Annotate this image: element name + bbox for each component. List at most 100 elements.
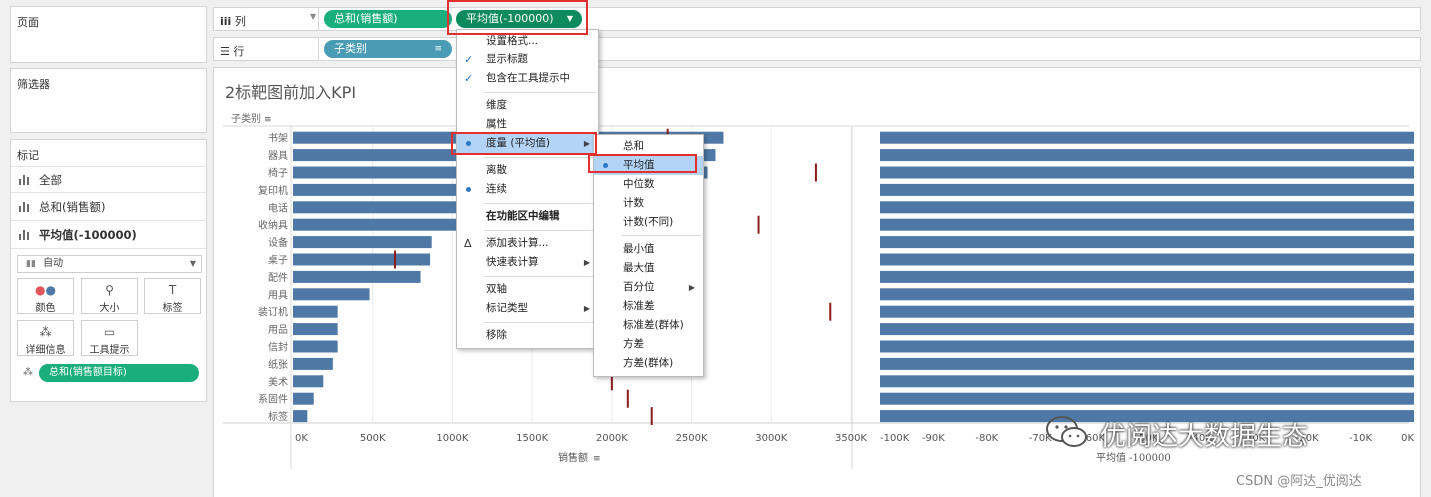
- mark-type-dropdown[interactable]: ▮▮ 自动 ▼: [17, 255, 202, 273]
- menu-item-label: 设置格式...: [486, 35, 539, 47]
- size-icon: ⚲: [105, 283, 114, 297]
- sales-bar: [293, 305, 338, 318]
- category-label: 电话: [268, 201, 288, 214]
- category-label: 美术: [268, 375, 288, 388]
- column-pill-avg[interactable]: 平均值(-100000) ▼: [456, 10, 582, 28]
- menu-item[interactable]: ✓ 显示标题: [457, 50, 598, 69]
- tile-label: 工具提示: [89, 345, 130, 356]
- menu-item-label: 总和: [623, 140, 644, 152]
- menu-item-label: 显示标题: [486, 53, 528, 65]
- menu-item[interactable]: 度量 (平均值) ▶: [457, 134, 598, 153]
- columns-shelf[interactable]: iii 列 ▼ 总和(销售额) 平均值(-100000) ▼: [213, 7, 1421, 31]
- sales-bar: [293, 392, 314, 405]
- rows-shelf[interactable]: ☰ 行 子类别 ≡: [213, 37, 1421, 61]
- tile-label: 标签: [162, 303, 183, 314]
- size-button[interactable]: ⚲ 大小: [81, 278, 138, 314]
- menu-item[interactable]: 离散: [457, 161, 598, 180]
- detail-icon: ⁂: [39, 325, 52, 339]
- submenu-arrow-icon: ▶: [688, 283, 695, 292]
- menu-item-label: 计数: [623, 197, 644, 209]
- mark-card-sum-sales[interactable]: 总和(销售额): [11, 194, 206, 221]
- menu-item[interactable]: 百分位 ▶: [594, 278, 703, 297]
- axis-tick-label: 1500K: [516, 433, 548, 444]
- menu-item-label: 度量 (平均值): [486, 137, 551, 149]
- menu-item[interactable]: 标准差(群体): [594, 316, 703, 335]
- axis-tick-label: -100K: [880, 433, 910, 444]
- kpi-bar: [880, 183, 1414, 196]
- category-label: 椅子: [268, 167, 288, 180]
- filters-panel: 筛选器: [10, 68, 207, 133]
- menu-item[interactable]: 快速表计算 ▶: [457, 253, 598, 272]
- category-label: 复印机: [258, 184, 288, 197]
- submenu-arrow-icon: ▶: [583, 304, 590, 313]
- menu-item[interactable]: 标准差: [594, 297, 703, 316]
- menu-item[interactable]: 维度: [457, 96, 598, 115]
- menu-item-label: 离散: [486, 164, 507, 176]
- kpi-bar: [880, 375, 1414, 388]
- category-label: 器具: [268, 150, 288, 162]
- bar-chart-icon: [19, 174, 31, 185]
- marks-title: 标记: [17, 149, 39, 162]
- category-label: 标签: [268, 410, 288, 423]
- sort-icon: ≡: [593, 454, 601, 464]
- detail-button[interactable]: ⁂ 详细信息: [17, 320, 74, 356]
- tooltip-icon: ▭: [103, 325, 116, 339]
- axis-tick-label: -90K: [922, 433, 945, 444]
- menu-item[interactable]: 移除: [457, 326, 598, 345]
- mark-card-all[interactable]: 全部: [11, 166, 206, 193]
- bar-chart-icon: [19, 202, 31, 212]
- tile-label: 大小: [99, 303, 120, 314]
- detail-pill-sales-target[interactable]: 总和(销售额目标): [39, 364, 199, 382]
- mark-card-label: 总和(销售额): [39, 200, 106, 214]
- category-label: 桌子: [268, 254, 288, 267]
- menu-item[interactable]: 最小值: [594, 240, 703, 259]
- mark-card-avg[interactable]: 平均值(-100000): [11, 222, 206, 249]
- credit-text: CSDN @阿达_优阅达: [1236, 474, 1362, 489]
- menu-item-label: 百分位: [623, 281, 655, 293]
- pill-label: 平均值(-100000): [466, 12, 554, 25]
- sales-bar: [293, 410, 308, 423]
- menu-item[interactable]: Δ 添加表计算...: [457, 234, 598, 253]
- sales-bar: [293, 323, 338, 336]
- menu-item[interactable]: 在功能区中编辑: [457, 207, 598, 226]
- checkmark-icon: ✓: [464, 53, 474, 66]
- menu-item[interactable]: 方差(群体): [594, 354, 703, 373]
- menu-item-label: 移除: [486, 329, 507, 341]
- menu-item[interactable]: 标记类型 ▶: [457, 299, 598, 318]
- menu-item[interactable]: 计数(不同): [594, 213, 703, 232]
- pages-title: 页面: [17, 16, 39, 29]
- menu-item[interactable]: 双轴: [457, 280, 598, 299]
- menu-item[interactable]: 计数: [594, 194, 703, 213]
- tooltip-button[interactable]: ▭ 工具提示: [81, 320, 138, 356]
- label-button[interactable]: T 标签: [144, 278, 201, 314]
- category-label: 纸张: [268, 358, 288, 371]
- row-pill-subcategory[interactable]: 子类别 ≡: [324, 40, 452, 58]
- menu-separator: [484, 276, 596, 277]
- rows-icon: ☰: [220, 45, 230, 58]
- menu-item[interactable]: 平均值: [594, 156, 703, 175]
- color-button[interactable]: ●● 颜色: [17, 278, 74, 314]
- menu-item[interactable]: 设置格式...: [457, 32, 598, 51]
- menu-item[interactable]: 方差: [594, 335, 703, 354]
- axis-tick-label: 500K: [360, 433, 386, 444]
- column-pill-sum-sales[interactable]: 总和(销售额): [324, 10, 452, 28]
- radio-dot-icon: [603, 163, 608, 168]
- menu-item[interactable]: 最大值: [594, 259, 703, 278]
- shelf-divider: [318, 8, 319, 30]
- columns-icon: iii: [220, 15, 232, 28]
- pill-label: 子类别: [334, 42, 367, 55]
- menu-item[interactable]: 中位数: [594, 175, 703, 194]
- menu-item[interactable]: 总和: [594, 137, 703, 156]
- menu-item[interactable]: 属性: [457, 115, 598, 134]
- kpi-bar: [880, 253, 1414, 266]
- menu-item[interactable]: ✓ 包含在工具提示中: [457, 69, 598, 88]
- menu-item[interactable]: 连续: [457, 180, 598, 199]
- menu-item-label: 方差: [623, 338, 644, 350]
- kpi-bar: [880, 218, 1414, 231]
- wechat-icon: [1045, 415, 1089, 449]
- mark-card-label: 平均值(-100000): [39, 228, 137, 242]
- submenu-arrow-icon: ▶: [583, 258, 590, 267]
- bar-chart-icon: ▮▮: [26, 259, 36, 269]
- sort-icon: ≡: [434, 44, 442, 54]
- menu-separator: [484, 322, 596, 323]
